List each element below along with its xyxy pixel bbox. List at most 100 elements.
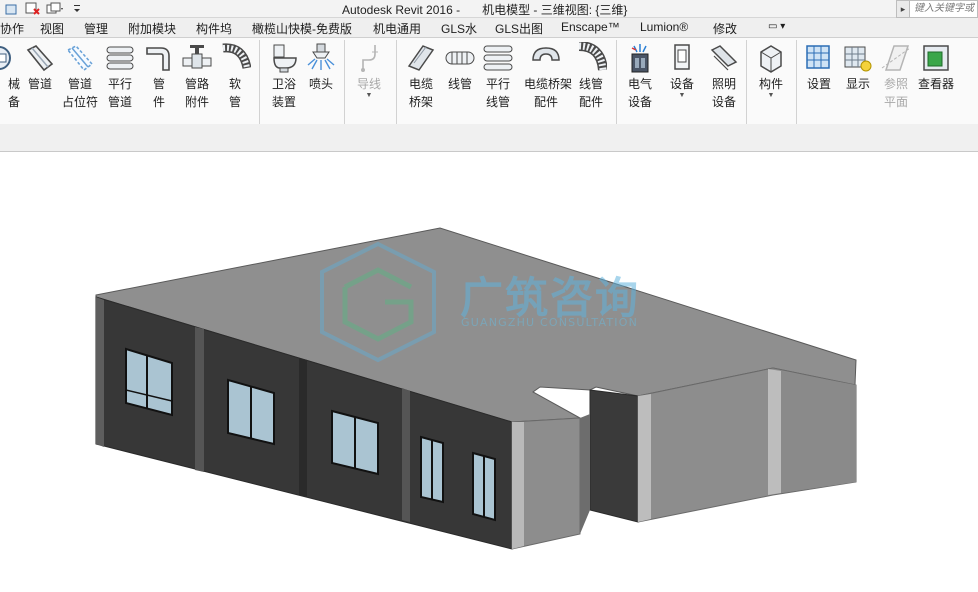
parallel-conduits-label-2: 线管: [485, 95, 510, 109]
tab-mep-general[interactable]: 机电通用: [373, 20, 421, 37]
panel-divider: [616, 40, 617, 124]
pipe-placeholder-label-2: 占位符: [61, 95, 98, 109]
cable-tray-fitting-icon: [532, 47, 560, 61]
conduit-fitting-button[interactable]: 线管 配件: [570, 42, 612, 120]
lighting-fixture-icon: [710, 45, 738, 71]
tab-collaborate[interactable]: 协作: [0, 20, 24, 37]
cable-tray-label-2: 桥架: [408, 95, 433, 109]
panel-divider: [344, 40, 345, 124]
flex-pipe-button[interactable]: 软 管: [214, 42, 256, 120]
conduit-fitting-label-2: 配件: [578, 95, 603, 109]
wall-column: [96, 297, 104, 447]
search-input[interactable]: 键入关键字或: [910, 0, 978, 18]
device-icon: [674, 44, 690, 70]
pipe-accessory-label-2: 附件: [184, 95, 209, 109]
pipe-label: 管道: [27, 77, 52, 91]
pipe-button[interactable]: 管道: [19, 42, 61, 120]
tab-enscape[interactable]: Enscape™: [561, 20, 620, 34]
parallel-conduits-icon: [483, 45, 513, 71]
work-plane-show-icon: [844, 46, 872, 72]
device-button[interactable]: 设备 ▼: [661, 42, 703, 120]
cable-tray-button[interactable]: 电缆 桥架: [400, 42, 442, 120]
cable-tray-label-1: 电缆: [408, 77, 433, 91]
panel-divider: [796, 40, 797, 124]
pipe-icon: [26, 45, 54, 72]
work-plane-set-button[interactable]: 设置: [798, 42, 840, 120]
pipe-fitting-button[interactable]: 管 件: [138, 42, 180, 120]
conduit-fitting-icon: [578, 42, 607, 71]
reference-plane-icon: [881, 45, 911, 71]
conduit-fitting-label-1: 线管: [578, 77, 603, 91]
tab-addins[interactable]: 附加模块: [128, 20, 176, 37]
parallel-conduits-button[interactable]: 平行 线管: [477, 42, 519, 120]
switch-windows-icon[interactable]: [46, 1, 64, 17]
sprinkler-icon: [307, 43, 335, 70]
cable-tray-fitting-label-2: 配件: [533, 95, 558, 109]
sprinkler-label: 喷头: [308, 77, 333, 91]
view-title: 机电模型 - 三维视图: {三维}: [482, 3, 628, 17]
customize-toolbar-icon[interactable]: [68, 1, 86, 17]
pipe-accessory-icon: [182, 45, 212, 69]
close-hidden-windows-icon[interactable]: [24, 1, 42, 17]
mechanical-equipment-button[interactable]: 械 备: [0, 42, 20, 120]
flex-pipe-label-2: 管: [228, 95, 241, 109]
tab-gls-water[interactable]: GLS水: [441, 20, 477, 37]
work-plane-set-icon: [806, 45, 830, 69]
pipe-fitting-label-2: 件: [152, 95, 165, 109]
tab-manage[interactable]: 管理: [84, 20, 108, 37]
mechanical-equipment-label-1: 械: [7, 77, 20, 91]
ribbon-tab-bar: 协作 视图 管理 附加模块 构件坞 橄榄山快模-免费版 机电通用 GLS水 GL…: [0, 18, 978, 38]
parallel-pipes-icon: [106, 46, 134, 70]
mechanical-equipment-icon: [0, 46, 11, 70]
ribbon-display-toggle-icon[interactable]: ▭ ▾: [768, 21, 785, 32]
open-icon[interactable]: [2, 1, 20, 17]
tab-component-dock[interactable]: 构件坞: [196, 20, 232, 37]
wall-column: [402, 388, 410, 522]
pipe-placeholder-button[interactable]: 管道 占位符: [59, 42, 101, 120]
pipe-accessory-button[interactable]: 管路 附件: [176, 42, 218, 120]
tab-glsmodel[interactable]: 橄榄山快模-免费版: [252, 20, 352, 37]
viewer-button[interactable]: 查看器: [914, 42, 958, 120]
infocenter-search: ▸ 键入关键字或: [896, 0, 978, 18]
search-expand-icon[interactable]: ▸: [896, 0, 910, 18]
title-bar: Autodesk Revit 2016 - 机电模型 - 三维视图: {三维} ▸…: [0, 0, 978, 18]
lighting-fixture-button[interactable]: 照明 设备: [703, 42, 745, 120]
work-plane-show-button[interactable]: 显示: [837, 42, 879, 120]
pipe-placeholder-label-1: 管道: [67, 77, 92, 91]
pipe-accessory-label-1: 管路: [184, 77, 209, 91]
electrical-equipment-button[interactable]: 电气 设备: [619, 42, 661, 120]
parallel-pipes-button[interactable]: 平行 管道: [99, 42, 141, 120]
component-button[interactable]: 构件 ▼: [750, 42, 792, 120]
mechanical-equipment-label-2: 备: [7, 95, 20, 109]
notch-wall-side: [580, 414, 590, 534]
window: [420, 435, 444, 504]
watermark-text-en: GUANGZHU CONSULTATION: [461, 316, 639, 329]
tab-gls-drawing[interactable]: GLS出图: [495, 20, 543, 37]
tab-lumion[interactable]: Lumion®: [640, 20, 688, 34]
wire-button[interactable]: 导线 ▼: [348, 42, 390, 120]
reference-plane-button[interactable]: 参照 平面: [875, 42, 917, 120]
building-3d-model: [95, 227, 857, 550]
chevron-down-icon[interactable]: ▼: [750, 92, 792, 100]
plumbing-fixture-button[interactable]: 卫浴 装置: [263, 42, 305, 120]
tab-view[interactable]: 视图: [40, 20, 64, 37]
reference-plane-label-1: 参照: [883, 77, 908, 91]
notch-wall-dark: [589, 389, 639, 523]
chevron-down-icon[interactable]: ▼: [348, 92, 390, 100]
viewer-icon: [923, 45, 949, 71]
component-label: 构件: [758, 77, 783, 91]
cable-tray-fitting-button[interactable]: 电缆桥架 配件: [524, 42, 572, 120]
pipe-fitting-label-1: 管: [152, 77, 165, 91]
chevron-down-icon[interactable]: ▼: [661, 92, 703, 100]
pipe-placeholder-icon: [66, 45, 94, 72]
window: [472, 451, 496, 522]
conduit-label: 线管: [447, 77, 472, 91]
tab-modify[interactable]: 修改: [713, 20, 737, 37]
3d-view-canvas[interactable]: 广筑咨询 GUANGZHU CONSULTATION: [0, 152, 978, 592]
wall-column: [638, 394, 651, 522]
conduit-button[interactable]: 线管: [439, 42, 481, 120]
revit-window: Autodesk Revit 2016 - 机电模型 - 三维视图: {三维} ▸…: [0, 0, 978, 592]
wire-icon: [361, 45, 378, 72]
sprinkler-button[interactable]: 喷头: [300, 42, 342, 120]
lighting-fixture-label-2: 设备: [711, 95, 736, 109]
